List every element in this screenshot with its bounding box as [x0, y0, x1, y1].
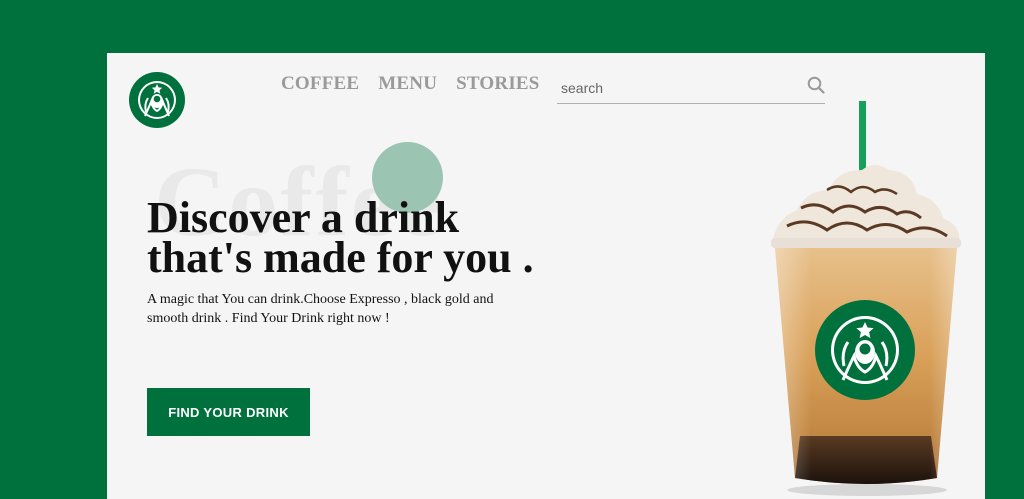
nav-link-coffee[interactable]: COFFEE: [281, 73, 359, 95]
starbucks-logo-icon[interactable]: [129, 72, 185, 128]
search-icon[interactable]: [807, 76, 825, 94]
main-nav: COFFEE MENU STORIES: [281, 73, 540, 95]
nav-link-stories[interactable]: STORIES: [456, 73, 539, 95]
hero-headline: Discover a drink that's made for you .: [147, 193, 607, 282]
nav-link-menu[interactable]: MENU: [378, 73, 437, 95]
hero-card: COFFEE MENU STORIES Coffee Discover a dr…: [107, 53, 985, 499]
hero-description: A magic that You can drink.Choose Expres…: [147, 292, 494, 326]
find-your-drink-button[interactable]: FIND YOUR DRINK: [147, 388, 310, 436]
frappuccino-image: [771, 101, 961, 496]
hero-headline-line2: that's made for you .: [147, 233, 534, 282]
hero-headline-line1: Discover a drink: [147, 193, 460, 242]
